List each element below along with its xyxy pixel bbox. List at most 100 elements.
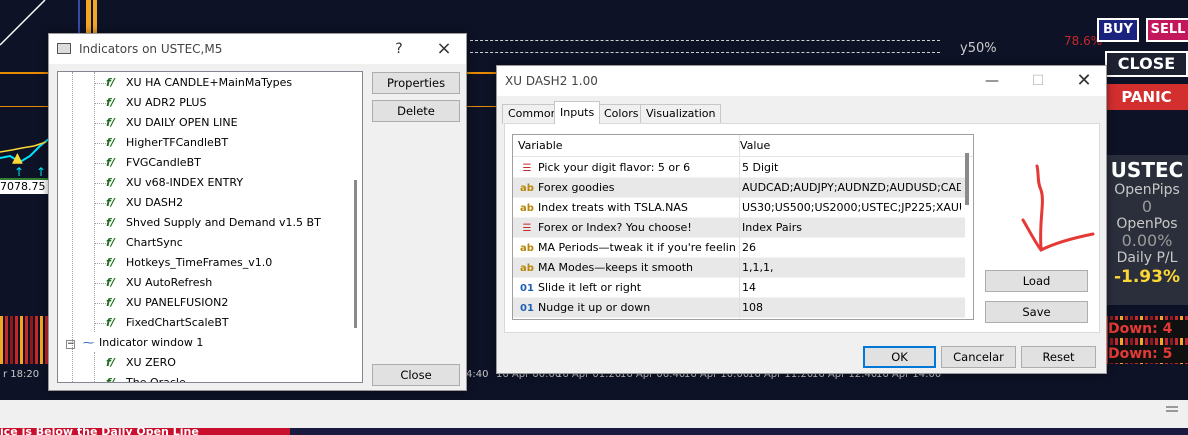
input-value[interactable]: 1,1,1, bbox=[739, 258, 961, 278]
indicator-icon: f/ bbox=[106, 276, 115, 289]
input-variable: ab MA Periods—tweak it if you're feeling … bbox=[518, 238, 736, 258]
grid-scrollbar[interactable] bbox=[965, 153, 969, 205]
indicator-icon: f/ bbox=[106, 96, 115, 109]
histogram-bar bbox=[10, 316, 13, 364]
tree-connector bbox=[94, 163, 106, 164]
open-pos-value: 0.00% bbox=[1121, 231, 1173, 250]
num-type-icon: 01 bbox=[520, 303, 534, 314]
window-title: Indicators on USTEC,M5 bbox=[79, 42, 223, 56]
input-row[interactable]: ☰ Pick your digit flavor: 5 or 6 5 Digit bbox=[513, 158, 965, 178]
column-header-variable[interactable]: Variable bbox=[518, 135, 736, 157]
close-icon[interactable]: × bbox=[427, 38, 461, 60]
input-row[interactable]: ab MA Modes—keeps it smooth 1,1,1, bbox=[513, 258, 965, 278]
close-dialog-button[interactable]: Close bbox=[372, 364, 460, 386]
indicator-list-item[interactable]: f/XU DAILY OPEN LINE bbox=[106, 113, 238, 133]
indicator-label: XU AutoRefresh bbox=[126, 276, 213, 289]
input-row[interactable]: ab MA Periods—tweak it if you're feeling … bbox=[513, 238, 965, 258]
collapse-icon[interactable]: − bbox=[66, 340, 75, 349]
input-variable-label: Forex or Index? You choose! bbox=[538, 221, 692, 234]
input-row[interactable]: ☰ Forex or Index? You choose! Index Pairs bbox=[513, 218, 965, 238]
indicator-list-item[interactable]: f/XU DASH2 bbox=[106, 193, 183, 213]
panic-button[interactable]: PANIC bbox=[1105, 84, 1188, 110]
input-value[interactable]: 26 bbox=[739, 238, 961, 258]
candle-wick bbox=[78, 0, 80, 36]
indicator-icon: f/ bbox=[106, 196, 115, 209]
indicator-icon: f/ bbox=[106, 376, 115, 383]
tree-guide bbox=[94, 72, 95, 332]
arrow-up-icon: ↑ bbox=[36, 165, 47, 179]
indicator-tree[interactable]: f/XU HA CANDLE+MainMaTypes f/XU ADR2 PLUS… bbox=[57, 71, 363, 383]
indicator-list-item[interactable]: f/Hotkeys_TimeFrames_v1.0 bbox=[106, 253, 272, 273]
input-value[interactable]: Index Pairs bbox=[739, 218, 961, 238]
histogram-bar bbox=[35, 316, 38, 364]
close-button[interactable]: CLOSE bbox=[1105, 51, 1188, 77]
indicator-list-item[interactable]: f/XU ZERO bbox=[106, 353, 176, 373]
load-button[interactable]: Load bbox=[985, 270, 1088, 292]
ab-type-icon: ab bbox=[520, 203, 534, 214]
indicator-label: XU ADR2 PLUS bbox=[126, 96, 207, 109]
indicator-list-item[interactable]: f/XU ADR2 PLUS bbox=[106, 93, 206, 113]
input-value-text: 108 bbox=[742, 301, 763, 314]
maximize-icon[interactable]: ☐ bbox=[1021, 70, 1055, 92]
indicator-icon: f/ bbox=[106, 316, 115, 329]
input-value-text: 5 Digit bbox=[742, 161, 779, 174]
input-variable-label: Index treats with TSLA.NAS bbox=[538, 201, 688, 214]
subwindow-icon: ⁓ bbox=[83, 336, 94, 349]
histogram-bar bbox=[30, 316, 33, 364]
input-value[interactable]: AUDCAD;AUDJPY;AUDNZD;AUDUSD;CAD... bbox=[739, 178, 961, 198]
ab-type-icon: ab bbox=[520, 243, 534, 254]
buy-button[interactable]: BUY bbox=[1097, 18, 1139, 42]
input-row[interactable]: ab Index treats with TSLA.NAS US30;US500;U… bbox=[513, 198, 965, 218]
title-bar[interactable]: Indicators on USTEC,M5 ? × bbox=[49, 34, 466, 64]
indicator-list-item[interactable]: f/HigherTFCandleBT bbox=[106, 133, 228, 153]
account-panel: USTEC OpenPips 0 OpenPos 0.00% Daily P/L… bbox=[1106, 155, 1188, 305]
indicator-list-item[interactable]: f/FVGCandleBT bbox=[106, 153, 201, 173]
delete-button[interactable]: Delete bbox=[372, 100, 460, 122]
input-row[interactable]: 01 Nudge it up or down 108 bbox=[513, 298, 965, 318]
indicator-list-item[interactable]: f/The Oracle bbox=[106, 373, 186, 383]
input-value[interactable]: US30;US500;US2000;USTEC;JP225;XAUU... bbox=[739, 198, 961, 218]
time-label: 4:40 bbox=[466, 369, 489, 380]
minimize-icon[interactable]: — bbox=[975, 70, 1009, 92]
indicator-list-item[interactable]: f/Shved Supply and Demand v1.5 BT bbox=[106, 213, 321, 233]
tree-guide bbox=[94, 352, 95, 382]
tree-scrollbar[interactable] bbox=[354, 180, 357, 328]
tab-colors[interactable]: Colors bbox=[598, 104, 645, 124]
input-value[interactable]: 14 bbox=[739, 278, 961, 298]
input-value[interactable]: 5 Digit bbox=[739, 158, 961, 178]
help-button[interactable]: ? bbox=[382, 38, 416, 60]
group-label: Indicator window 1 bbox=[99, 336, 204, 349]
y-label: y50% bbox=[960, 41, 997, 56]
tab-inputs[interactable]: Inputs bbox=[554, 101, 601, 124]
tab-visualization[interactable]: Visualization bbox=[640, 104, 722, 124]
ok-button[interactable]: OK bbox=[863, 346, 936, 368]
candle-wick bbox=[93, 0, 97, 34]
column-header-value[interactable]: Value bbox=[739, 135, 961, 157]
reset-button[interactable]: Reset bbox=[1021, 346, 1096, 368]
tree-connector bbox=[94, 303, 106, 304]
input-value[interactable]: 108 bbox=[739, 298, 961, 318]
input-row[interactable]: ab Forex goodies AUDCAD;AUDJPY;AUDNZD;AUDU… bbox=[513, 178, 965, 198]
input-variable-label: MA Modes—keeps it smooth bbox=[538, 261, 693, 274]
input-value-text: AUDCAD;AUDJPY;AUDNZD;AUDUSD;CAD... bbox=[742, 181, 961, 194]
tree-connector bbox=[94, 323, 106, 324]
indicator-icon: f/ bbox=[106, 216, 115, 229]
title-bar[interactable]: XU DASH2 1.00 — ☐ ✕ bbox=[497, 66, 1106, 96]
sell-button[interactable]: SELL bbox=[1146, 18, 1188, 42]
indicator-list-item[interactable]: f/XU v68-INDEX ENTRY bbox=[106, 173, 243, 193]
close-icon[interactable]: ✕ bbox=[1067, 70, 1101, 92]
input-variable: ab MA Modes—keeps it smooth bbox=[518, 258, 736, 278]
indicator-list-item[interactable]: f/XU AutoRefresh bbox=[106, 273, 212, 293]
inputs-grid[interactable]: Variable Value ☰ Pick your digit flavor: … bbox=[512, 134, 974, 320]
indicator-list-item[interactable]: f/ChartSync bbox=[106, 233, 183, 253]
time-label: r 18:20 bbox=[3, 369, 40, 380]
indicator-window-group[interactable]: − ⁓ Indicator window 1 bbox=[66, 333, 203, 353]
cancel-button[interactable]: Cancelar bbox=[941, 346, 1016, 368]
save-button[interactable]: Save bbox=[985, 301, 1088, 323]
window-title: XU DASH2 1.00 bbox=[505, 74, 598, 88]
indicator-list-item[interactable]: f/XU PANELFUSION2 bbox=[106, 293, 228, 313]
indicator-list-item[interactable]: f/FixedChartScaleBT bbox=[106, 313, 229, 333]
indicator-list-item[interactable]: f/XU HA CANDLE+MainMaTypes bbox=[106, 73, 292, 93]
input-row[interactable]: 01 Slide it left or right 14 bbox=[513, 278, 965, 298]
properties-button[interactable]: Properties bbox=[372, 72, 460, 94]
